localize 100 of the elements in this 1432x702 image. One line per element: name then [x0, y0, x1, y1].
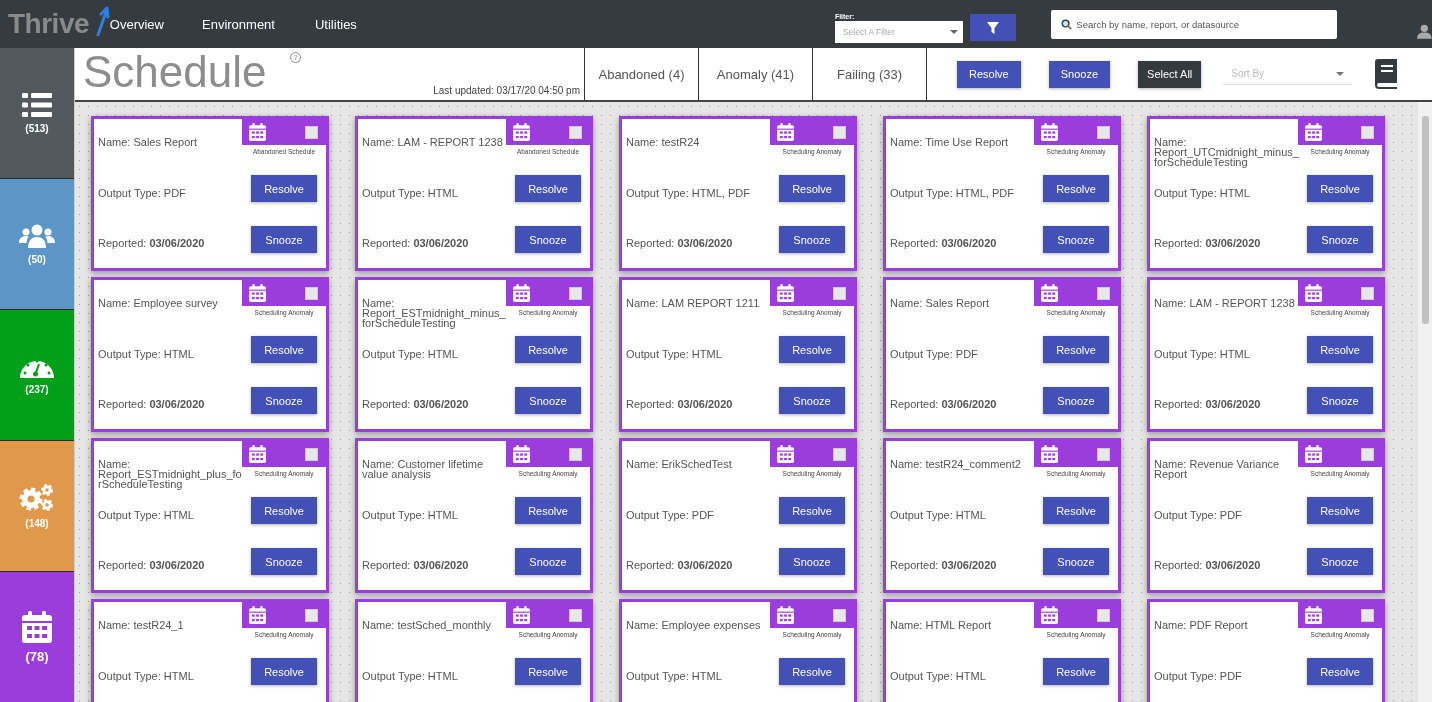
- scrollbar-thumb[interactable]: [1422, 116, 1429, 324]
- report-name: Name: PDF Report: [1154, 620, 1249, 630]
- snooze-button[interactable]: Snooze: [1307, 548, 1373, 575]
- resolve-button[interactable]: Resolve: [1043, 175, 1109, 202]
- snooze-button[interactable]: Snooze: [1043, 226, 1109, 253]
- checkbox[interactable]: [833, 608, 846, 622]
- resolve-button[interactable]: Resolve: [515, 658, 581, 685]
- page-title: Schedule: [83, 47, 267, 97]
- checkbox[interactable]: [305, 608, 318, 622]
- nav-link[interactable]: Overview: [109, 16, 164, 32]
- count-label: (148): [25, 517, 49, 529]
- sidebar-item[interactable]: (513): [0, 48, 74, 179]
- scrollbar[interactable]: [1418, 102, 1432, 702]
- snooze-button[interactable]: Snooze: [779, 387, 845, 414]
- book-icon[interactable]: [1375, 59, 1400, 89]
- filter-tab[interactable]: Abandoned (4): [585, 48, 699, 100]
- snooze-button[interactable]: Snooze: [515, 226, 581, 253]
- checkbox[interactable]: [569, 608, 582, 622]
- snooze-button[interactable]: Snooze: [251, 387, 317, 414]
- resolve-button[interactable]: Resolve: [515, 336, 581, 363]
- count-label: (50): [28, 253, 46, 265]
- snooze-button[interactable]: Snooze: [251, 226, 317, 253]
- nav-link[interactable]: Utilities: [314, 16, 357, 32]
- checkbox[interactable]: [833, 286, 846, 300]
- resolve-button[interactable]: Resolve: [1043, 658, 1109, 685]
- last-updated-text: Last updated: 03/17/20 04:50 pm: [433, 85, 580, 96]
- calendar-icon: [1305, 123, 1322, 141]
- checkbox[interactable]: [1361, 286, 1374, 300]
- snooze-button[interactable]: Snooze: [1307, 387, 1373, 414]
- resolve-button[interactable]: Resolve: [251, 497, 317, 524]
- report-name: Name: Customer lifetime value analysis: [362, 459, 485, 479]
- resolve-button[interactable]: Resolve: [1307, 497, 1373, 524]
- snooze-button[interactable]: Snooze: [1307, 226, 1373, 253]
- filter-tab[interactable]: Anomaly (41): [699, 48, 813, 100]
- reported-date: Reported: 03/06/2020: [98, 559, 205, 571]
- snooze-button[interactable]: Snooze: [251, 548, 317, 575]
- checkbox[interactable]: [1097, 286, 1110, 300]
- resolve-button[interactable]: Resolve: [1307, 336, 1373, 363]
- resolve-button[interactable]: Resolve: [1307, 175, 1373, 202]
- checkbox[interactable]: [1097, 608, 1110, 622]
- output-type: Output Type: PDF: [98, 187, 186, 199]
- sidebar-item[interactable]: (237): [0, 310, 74, 441]
- checkbox[interactable]: [305, 125, 318, 139]
- calendar-icon: [513, 606, 530, 624]
- reported-date: Reported: 03/06/2020: [1154, 237, 1261, 249]
- checkbox[interactable]: [1097, 447, 1110, 461]
- resolve-button[interactable]: Resolve: [515, 497, 581, 524]
- reported-date: Reported: 03/06/2020: [98, 398, 205, 410]
- filter-tab[interactable]: Failing (33): [813, 48, 927, 100]
- resolve-button[interactable]: Resolve: [1043, 497, 1109, 524]
- output-type: Output Type: HTML: [362, 509, 458, 521]
- checkbox[interactable]: [569, 125, 582, 139]
- resolve-button[interactable]: Resolve: [1307, 658, 1373, 685]
- checkbox[interactable]: [305, 447, 318, 461]
- reported-date: Reported: 03/06/2020: [890, 237, 997, 249]
- checkbox[interactable]: [569, 447, 582, 461]
- count-label: (513): [25, 122, 49, 134]
- checkbox[interactable]: [569, 286, 582, 300]
- resolve-button[interactable]: Resolve: [251, 658, 317, 685]
- user-icon[interactable]: [1417, 22, 1432, 40]
- reported-date: Reported: 03/06/2020: [98, 237, 205, 249]
- search-field[interactable]: Search by name, report, or datasource: [1051, 9, 1338, 39]
- resolve-button[interactable]: Resolve: [779, 497, 845, 524]
- resolve-button[interactable]: Resolve: [779, 175, 845, 202]
- calendar-icon: [1305, 606, 1322, 624]
- resolve-button[interactable]: Resolve: [251, 336, 317, 363]
- report-name: Name: LAM REPORT 1211: [626, 298, 761, 308]
- resolve-button[interactable]: Resolve: [515, 175, 581, 202]
- resolve-button[interactable]: Resolve: [1043, 336, 1109, 363]
- output-type: Output Type: HTML: [1154, 187, 1250, 199]
- resolve-button[interactable]: Resolve: [779, 658, 845, 685]
- nav-link[interactable]: Environment: [202, 16, 275, 32]
- select-all-button[interactable]: Select All: [1138, 60, 1202, 88]
- calendar-icon: [249, 284, 266, 302]
- snooze-button[interactable]: Snooze: [1043, 387, 1109, 414]
- checkbox[interactable]: [833, 125, 846, 139]
- checkbox[interactable]: [1361, 608, 1374, 622]
- filter-button[interactable]: [969, 14, 1017, 41]
- snooze-button[interactable]: Snooze: [515, 387, 581, 414]
- report-name: Name: Report_UTCmidnight_minus_forScheduleTesting: [1154, 137, 1300, 167]
- snooze-button[interactable]: Snooze: [779, 548, 845, 575]
- checkbox[interactable]: [305, 286, 318, 300]
- funnel-icon: [987, 21, 1000, 34]
- resolve-button[interactable]: Resolve: [779, 336, 845, 363]
- sidebar-item[interactable]: (78): [0, 572, 74, 702]
- resolve-button[interactable]: Resolve: [251, 175, 317, 202]
- snooze-button[interactable]: Snooze: [1043, 548, 1109, 575]
- report-name: Name: Report_ESTmidnight_minus_forScheduleTesting: [362, 298, 507, 328]
- output-type: Output Type: HTML: [626, 348, 722, 360]
- checkbox[interactable]: [1361, 447, 1374, 461]
- checkbox[interactable]: [833, 447, 846, 461]
- calendar-icon: [777, 284, 794, 302]
- action-button[interactable]: Resolve: [957, 60, 1021, 88]
- checkbox[interactable]: [1097, 125, 1110, 139]
- snooze-button[interactable]: Snooze: [779, 226, 845, 253]
- arrow-icon: [96, 6, 110, 36]
- action-button[interactable]: Snooze: [1048, 60, 1111, 88]
- report-name: Name: ErikSchedTest: [626, 459, 733, 469]
- snooze-button[interactable]: Snooze: [515, 548, 581, 575]
- checkbox[interactable]: [1361, 125, 1374, 139]
